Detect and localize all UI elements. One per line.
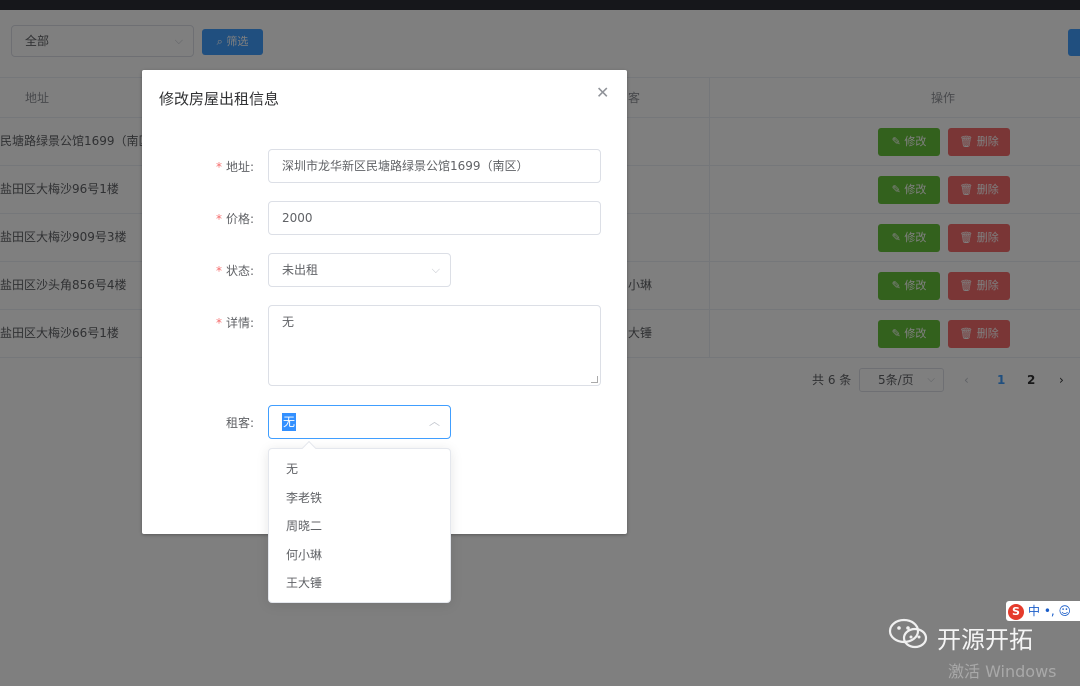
watermark-account: 开源开拓 [937,626,1033,654]
resize-handle[interactable] [591,376,598,383]
tenant-select[interactable]: 无 ︿ [268,405,451,439]
dropdown-option[interactable]: 何小琳 [269,541,450,570]
dropdown-option[interactable]: 周晓二 [269,512,450,541]
dropdown-option[interactable]: 李老铁 [269,484,450,513]
dropdown-option[interactable]: 无 [269,455,450,484]
dialog-title: 修改房屋出租信息 [159,90,280,108]
tenant-label: 租客: [225,416,254,430]
address-input[interactable]: 深圳市龙华新区民塘路绿景公馆1699（南区） [268,149,601,183]
status-select[interactable]: 未出租 ⌵ [268,253,451,287]
details-label: * 详情: [215,316,254,330]
chevron-up-icon: ︿ [429,415,440,428]
required-asterisk: * [215,212,222,226]
details-textarea[interactable]: 无 [268,305,601,386]
close-icon[interactable]: ✕ [596,83,609,102]
required-asterisk: * [215,264,222,278]
price-label: * 价格: [215,212,254,226]
windows-activation-text: 激活 Windows [948,662,1057,681]
address-label: * 地址: [215,160,254,174]
required-asterisk: * [215,160,222,174]
price-input[interactable]: 2000 [268,201,601,235]
tenant-dropdown: 无 李老铁 周晓二 何小琳 王大锤 [268,440,451,603]
sogou-icon: S [1008,603,1024,620]
dropdown-option[interactable]: 王大锤 [269,569,450,598]
wechat-icon [888,618,928,649]
status-label: * 状态: [215,264,254,278]
ime-toolbar[interactable]: S中 •, ☺ [1006,601,1080,621]
chevron-down-icon: ⌵ [431,263,440,276]
required-asterisk: * [215,316,222,330]
